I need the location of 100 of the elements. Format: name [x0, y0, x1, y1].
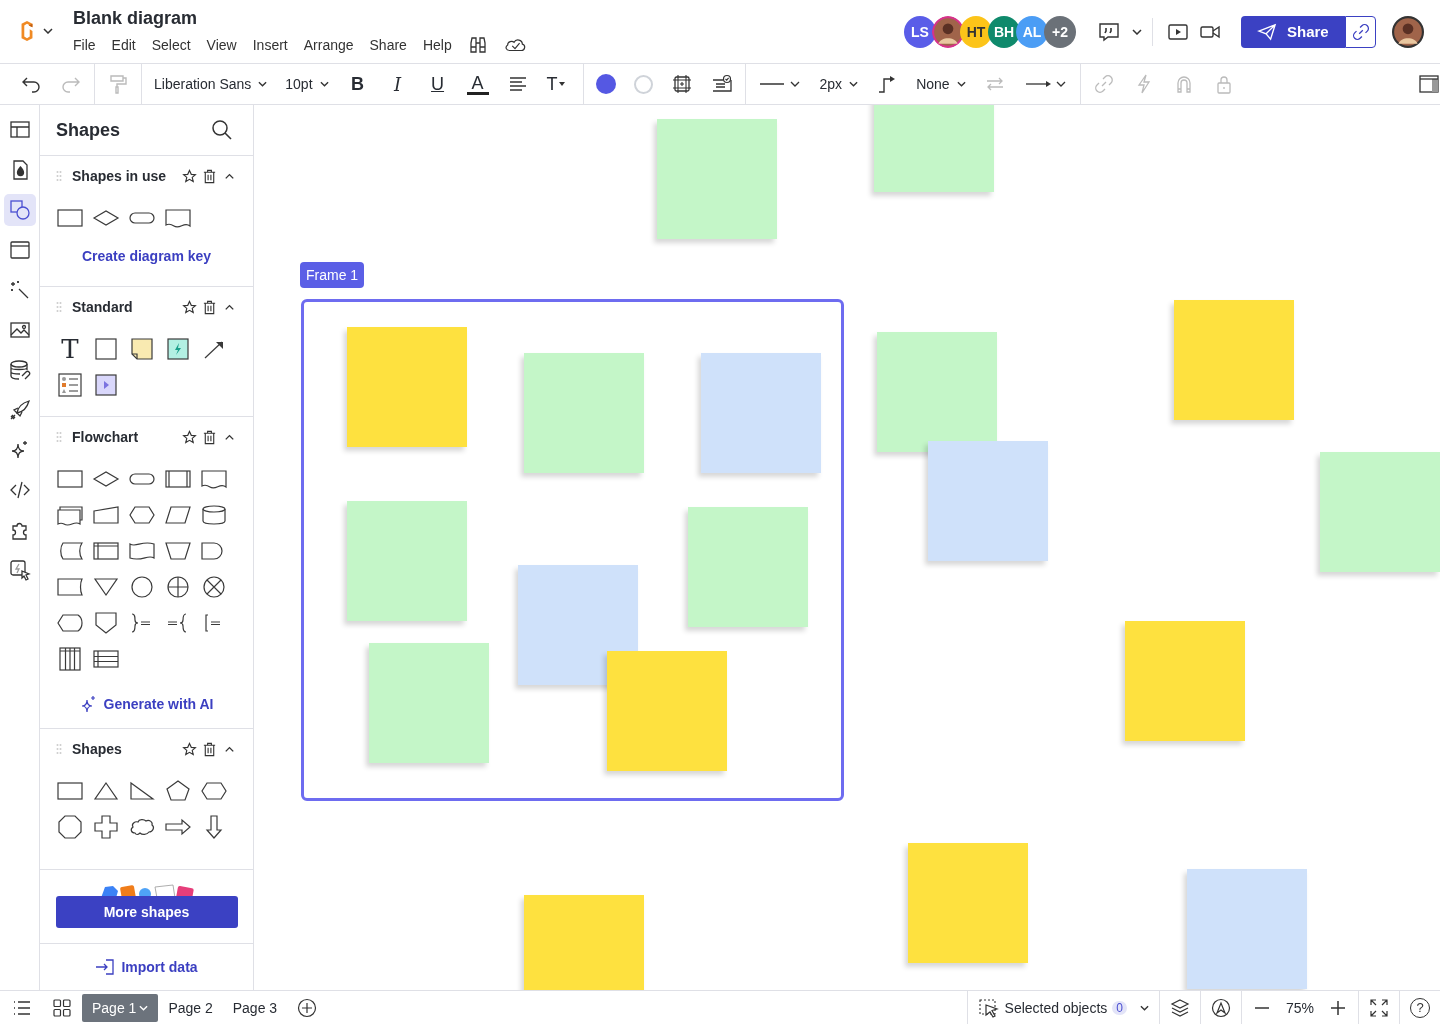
caret-icon[interactable]	[1132, 28, 1142, 35]
section-title[interactable]: Flowchart	[72, 429, 177, 445]
play-block-icon[interactable]	[92, 373, 120, 397]
hexagon-icon[interactable]	[128, 503, 156, 527]
horizontal-swimlane-icon[interactable]	[92, 647, 120, 671]
rectangle-icon[interactable]	[56, 467, 84, 491]
lightning-block-icon[interactable]	[164, 337, 192, 361]
document-title[interactable]: Blank diagram	[73, 8, 526, 29]
drag-handle-icon[interactable]	[56, 743, 62, 755]
avatar[interactable]: LS	[904, 15, 936, 48]
text-style-button[interactable]: I	[386, 73, 409, 95]
display-icon[interactable]	[56, 611, 84, 635]
panel-toggle-icon[interactable]	[1418, 74, 1440, 94]
pentagon-down-icon[interactable]	[92, 611, 120, 635]
right-triangle-icon[interactable]	[128, 779, 156, 803]
menu-item[interactable]: File	[73, 37, 96, 53]
punched-tape-icon[interactable]	[128, 539, 156, 563]
frame-icon[interactable]	[670, 74, 693, 94]
star-icon[interactable]	[182, 168, 197, 184]
fullscreen-icon[interactable]	[1369, 997, 1389, 1018]
menu-item[interactable]: Help	[422, 37, 452, 53]
avatar[interactable]: BH	[988, 15, 1020, 48]
list-icon[interactable]	[56, 373, 84, 397]
circle-cross-icon[interactable]	[200, 575, 228, 599]
drag-handle-icon[interactable]	[56, 301, 62, 313]
avatar[interactable]: +2	[1044, 15, 1076, 48]
section-title[interactable]: Shapes in use	[72, 168, 177, 184]
text-style-button[interactable]: B	[346, 73, 369, 95]
circle-icon[interactable]	[128, 575, 156, 599]
page-tab[interactable]: Page 2	[158, 993, 223, 1022]
text-style-button[interactable]: U	[426, 73, 449, 95]
caret-icon[interactable]	[43, 28, 53, 34]
font-dropdown[interactable]: Liberation Sans	[154, 76, 268, 92]
text-color-button[interactable]: A	[466, 73, 489, 95]
hexagon-icon[interactable]	[200, 779, 228, 803]
menu-item[interactable]: View	[206, 37, 237, 53]
avatar[interactable]: HT	[960, 15, 992, 48]
cylinder-icon[interactable]	[200, 503, 228, 527]
import-data-link[interactable]: Import data	[95, 958, 198, 976]
selected-objects-dropdown[interactable]: Selected objects 0	[967, 997, 1159, 1018]
page-tab[interactable]: Page 1	[82, 993, 159, 1022]
share-button[interactable]: Share	[1241, 15, 1345, 48]
sticky-note-icon[interactable]	[128, 337, 156, 361]
predefined-process-icon[interactable]	[164, 467, 192, 491]
selection-icon	[977, 997, 1000, 1018]
trash-icon[interactable]	[202, 429, 217, 445]
fill-color-swatch[interactable]	[595, 74, 616, 94]
star-icon[interactable]	[182, 299, 197, 315]
section-title[interactable]: Shapes	[72, 741, 177, 757]
line-width-dropdown[interactable]: 2px	[819, 76, 859, 92]
comment-icon[interactable]	[1098, 21, 1120, 42]
section-link[interactable]: Generate with AI	[79, 695, 214, 713]
manual-input-icon[interactable]	[92, 503, 120, 527]
menu-item[interactable]: Insert	[252, 37, 288, 53]
section-title[interactable]: Standard	[72, 299, 177, 315]
star-icon[interactable]	[182, 741, 197, 757]
pentagon-icon[interactable]	[164, 779, 192, 803]
circle-plus-icon[interactable]	[164, 575, 192, 599]
section-link[interactable]: Create diagram key	[81, 248, 212, 264]
trash-icon[interactable]	[202, 741, 217, 757]
more-shapes-button[interactable]: More shapes	[55, 896, 238, 928]
copy-link-button[interactable]	[1345, 15, 1376, 48]
vertical-swimlane-icon[interactable]	[56, 647, 84, 671]
text-tool[interactable]: T	[56, 337, 84, 361]
line-color-swatch[interactable]	[633, 74, 653, 94]
rectangle-icon[interactable]	[56, 779, 84, 803]
trash-icon[interactable]	[202, 168, 217, 184]
frame-label[interactable]: Frame 1	[300, 262, 365, 288]
navigation-icon[interactable]	[1210, 997, 1231, 1018]
cross-icon[interactable]	[92, 815, 120, 839]
document-icon[interactable]	[200, 467, 228, 491]
star-icon[interactable]	[182, 429, 197, 445]
trash-icon[interactable]	[202, 299, 217, 315]
binoculars-icon[interactable]	[467, 35, 488, 55]
drag-handle-icon[interactable]	[56, 431, 62, 443]
document-icon[interactable]	[164, 206, 192, 230]
play-icon[interactable]	[1167, 21, 1189, 42]
parallelogram-icon[interactable]	[164, 503, 192, 527]
menu-item[interactable]: Arrange	[303, 37, 354, 53]
trapezoid-icon[interactable]	[164, 539, 192, 563]
layers-icon[interactable]	[1169, 997, 1190, 1018]
menu-item[interactable]: Select	[151, 37, 191, 53]
search-icon[interactable]	[211, 119, 233, 141]
grid-view-icon[interactable]	[52, 997, 72, 1018]
rectangle-icon[interactable]	[56, 206, 84, 230]
square-icon[interactable]	[92, 337, 120, 361]
line-start-dropdown[interactable]: None	[916, 76, 966, 92]
octagon-icon[interactable]	[56, 815, 84, 839]
menu-item[interactable]: Share	[369, 37, 407, 53]
checklist-icon[interactable]	[710, 74, 733, 94]
add-page-icon[interactable]	[297, 997, 318, 1018]
text-options-button[interactable]: T	[546, 73, 571, 95]
zoom-level[interactable]: 75%	[1285, 999, 1314, 1016]
menu-item[interactable]: Edit	[111, 37, 136, 53]
internal-storage-icon[interactable]	[92, 539, 120, 563]
rail-shapes-icon[interactable]	[3, 194, 36, 226]
page-tab[interactable]: Page 3	[222, 993, 288, 1022]
drag-handle-icon[interactable]	[56, 170, 62, 182]
multiple-documents-icon[interactable]	[56, 503, 84, 527]
font-size-dropdown[interactable]: 10pt	[285, 76, 329, 92]
